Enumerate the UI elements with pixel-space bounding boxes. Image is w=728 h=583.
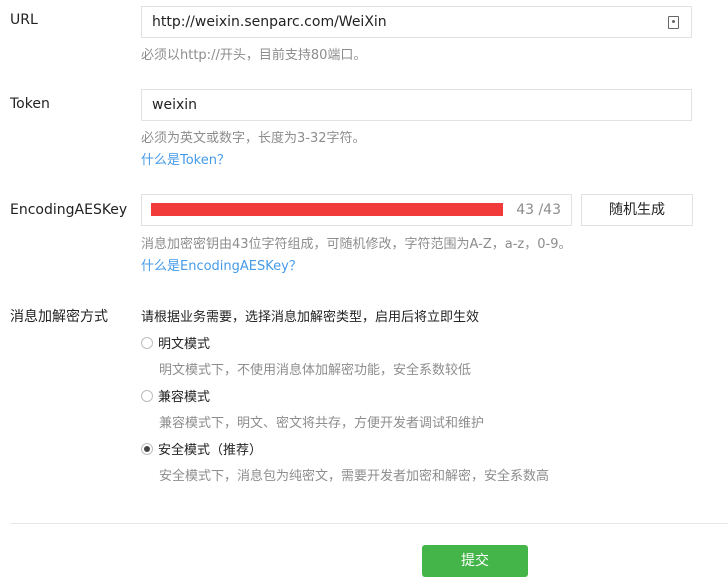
token-input[interactable]: weixin	[141, 89, 692, 121]
radio-compatible-mode[interactable]: 兼容模式	[141, 386, 210, 405]
encryption-mode-label: 消息加解密方式	[10, 309, 108, 325]
url-label: URL	[10, 12, 38, 28]
aes-key-input[interactable]: 43 /43	[141, 194, 572, 226]
aes-key-label: EncodingAESKey	[10, 202, 128, 218]
url-hint: 必须以http://开头，目前支持80端口。	[141, 48, 367, 63]
secure-mode-desc: 安全模式下，消息包为纯密文，需要开发者加密和解密，安全系数高	[159, 469, 550, 484]
what-is-token-link[interactable]: 什么是Token？	[141, 149, 230, 168]
token-hint: 必须为英文或数字，长度为3-32字符。	[141, 131, 366, 146]
redacted-key-bar	[151, 203, 503, 216]
radio-plaintext-mode[interactable]: 明文模式	[141, 333, 210, 352]
radio-button-checked[interactable]	[141, 442, 153, 455]
compatible-mode-label: 兼容模式	[158, 390, 211, 405]
secure-mode-label: 安全模式（推荐）	[158, 443, 263, 458]
divider	[10, 523, 728, 524]
radio-button[interactable]	[141, 336, 153, 349]
compatible-mode-desc: 兼容模式下，明文、密文将共存，方便开发者调试和维护	[159, 416, 485, 431]
radio-button[interactable]	[141, 389, 153, 402]
token-label: Token	[10, 96, 50, 112]
plaintext-mode-desc: 明文模式下，不使用消息体加解密功能，安全系数较低	[159, 363, 472, 378]
random-generate-button[interactable]: 随机生成	[581, 194, 693, 226]
url-input[interactable]: http://weixin.senparc.com/WeiXin	[141, 6, 692, 38]
submit-button[interactable]: 提交	[422, 545, 528, 577]
token-value: weixin	[152, 97, 198, 113]
radio-secure-mode[interactable]: 安全模式（推荐）	[141, 439, 262, 458]
encryption-intro: 请根据业务需要，选择消息加解密类型，启用后将立即生效	[141, 310, 480, 325]
plaintext-mode-label: 明文模式	[158, 337, 211, 352]
what-is-aes-key-link[interactable]: 什么是EncodingAESKey？	[141, 255, 302, 274]
aes-key-counter: 43 /43	[516, 202, 561, 218]
url-value: http://weixin.senparc.com/WeiXin	[152, 14, 387, 30]
aes-key-hint: 消息加密密钥由43位字符组成，可随机修改，字符范围为A-Z，a-z，0-9。	[141, 237, 572, 252]
contact-card-icon[interactable]	[668, 16, 679, 29]
